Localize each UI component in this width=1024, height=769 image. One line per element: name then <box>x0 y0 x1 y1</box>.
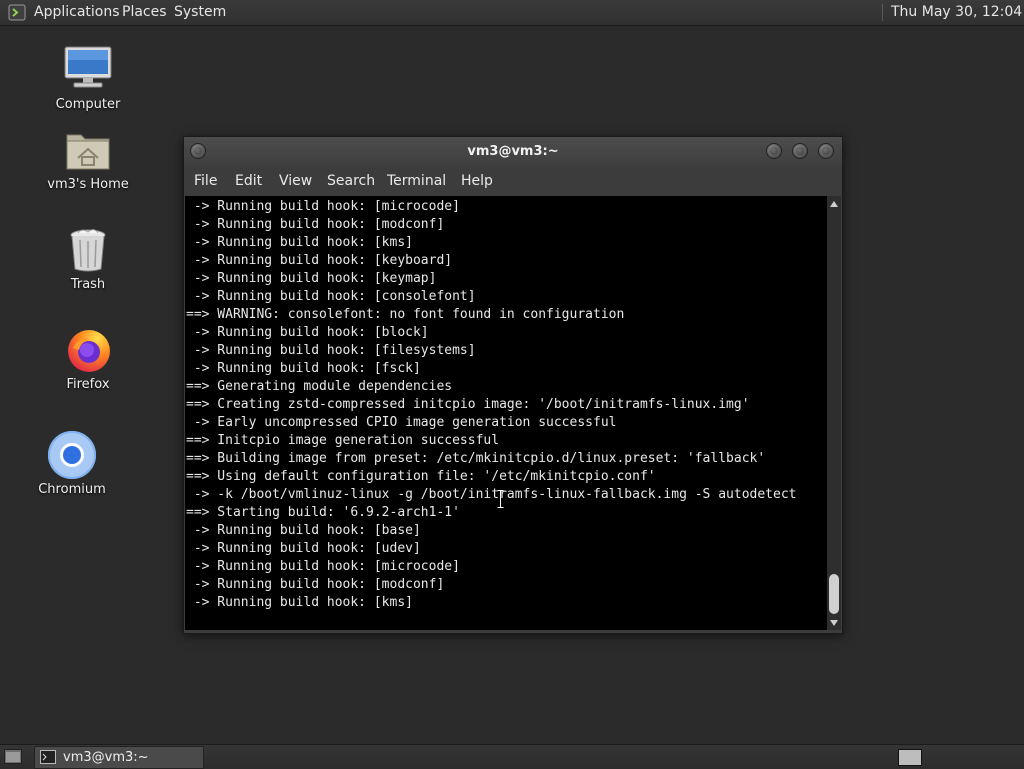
maximize-icon[interactable] <box>792 143 808 159</box>
close-icon[interactable] <box>818 143 834 159</box>
terminal-line: -> Running build hook: [keymap] <box>186 271 437 286</box>
desktop-icon-label: Computer <box>55 97 121 112</box>
bottom-panel: vm3@vm3:~ <box>0 744 1024 769</box>
terminal-line: -> Running build hook: [kms] <box>186 235 413 250</box>
scroll-up-arrow-icon[interactable] <box>830 201 838 207</box>
terminal-line: -> Running build hook: [filesystems] <box>186 343 476 358</box>
terminal-line: -> Early uncompressed CPIO image generat… <box>186 415 617 430</box>
workspace-switcher[interactable] <box>898 749 922 766</box>
terminal-window: vm3@vm3:~ File Edit View Search Terminal… <box>183 136 843 634</box>
terminal-line: -> Running build hook: [modconf] <box>186 217 445 232</box>
menu-view[interactable]: View <box>279 173 312 190</box>
terminal-line: -> Running build hook: [microcode] <box>186 199 460 214</box>
terminal-line: -> Running build hook: [microcode] <box>186 559 460 574</box>
scrollbar-thumb[interactable] <box>829 574 839 614</box>
desktop-icon-trash[interactable]: Trash <box>40 226 136 296</box>
terminal-line: ==> Initcpio image generation successful <box>186 433 500 448</box>
firefox-icon <box>68 330 110 372</box>
terminal-line: -> Running build hook: [block] <box>186 325 429 340</box>
desktop-icon-label: vm3's Home <box>47 177 129 192</box>
menu-search[interactable]: Search <box>327 173 375 190</box>
scroll-down-arrow-icon[interactable] <box>830 620 838 626</box>
terminal-line: -> Running build hook: [base] <box>186 523 421 538</box>
desktop-icon-label: Firefox <box>66 377 110 392</box>
menu-places[interactable]: Places <box>122 4 167 21</box>
desktop-icon-home[interactable]: vm3's Home <box>40 128 136 198</box>
clock[interactable]: Thu May 30, 12:04 PM <box>891 4 1024 21</box>
chromium-icon <box>48 431 96 479</box>
terminal-output[interactable]: -> Running build hook: [microcode] -> Ru… <box>185 196 827 630</box>
text-cursor-icon <box>497 490 504 508</box>
minimize-icon[interactable] <box>766 143 782 159</box>
panel-separator <box>882 4 883 21</box>
menu-help[interactable]: Help <box>461 173 493 190</box>
home-folder-icon <box>66 134 110 170</box>
window-menubar: File Edit View Search Terminal Help <box>184 167 842 196</box>
computer-icon <box>64 46 112 88</box>
desktop-icon-firefox[interactable]: Firefox <box>40 326 136 396</box>
terminal-line: -> Running build hook: [udev] <box>186 541 421 556</box>
applications-logo-icon[interactable] <box>8 4 26 21</box>
menu-system[interactable]: System <box>174 4 226 21</box>
menu-applications[interactable]: Applications <box>34 4 120 21</box>
show-desktop-icon[interactable] <box>4 749 22 764</box>
window-title: vm3@vm3:~ <box>467 144 559 159</box>
terminal-line: -> Running build hook: [kms] <box>186 595 413 610</box>
terminal-line: -> Running build hook: [consolefont] <box>186 289 476 304</box>
menu-edit[interactable]: Edit <box>235 173 262 190</box>
terminal-line: ==> Creating zstd-compressed initcpio im… <box>186 397 750 412</box>
taskbar-label: vm3@vm3:~ <box>63 750 149 765</box>
menu-terminal[interactable]: Terminal <box>387 173 446 190</box>
terminal-line: -> Running build hook: [modconf] <box>186 577 445 592</box>
desktop-icon-label: Trash <box>70 277 106 292</box>
terminal-line: -> Running build hook: [keyboard] <box>186 253 453 268</box>
terminal-line: ==> Building image from preset: /etc/mki… <box>186 451 766 466</box>
desktop-icon-computer[interactable]: Computer <box>40 44 136 116</box>
terminal-line: ==> WARNING: consolefont: no font found … <box>186 307 625 322</box>
terminal-line: ==> Starting build: '6.9.2-arch1-1' <box>186 505 460 520</box>
taskbar-terminal-button[interactable]: vm3@vm3:~ <box>34 746 204 769</box>
window-titlebar[interactable]: vm3@vm3:~ <box>184 137 842 167</box>
trash-icon <box>70 229 106 272</box>
terminal-line: -> -k /boot/vmlinuz-linux -g /boot/initr… <box>186 487 797 502</box>
desktop-icon-chromium[interactable]: Chromium <box>24 430 120 500</box>
terminal-line: ==> Generating module dependencies <box>186 379 453 394</box>
terminal-scrollbar[interactable] <box>827 196 841 630</box>
terminal-line: ==> Using default configuration file: '/… <box>186 469 656 484</box>
terminal-icon <box>40 750 56 764</box>
terminal-line: -> Running build hook: [fsck] <box>186 361 421 376</box>
top-panel: Applications Places System Thu May 30, 1… <box>0 0 1024 26</box>
menu-file[interactable]: File <box>194 173 217 190</box>
desktop-icon-label: Chromium <box>38 482 106 497</box>
